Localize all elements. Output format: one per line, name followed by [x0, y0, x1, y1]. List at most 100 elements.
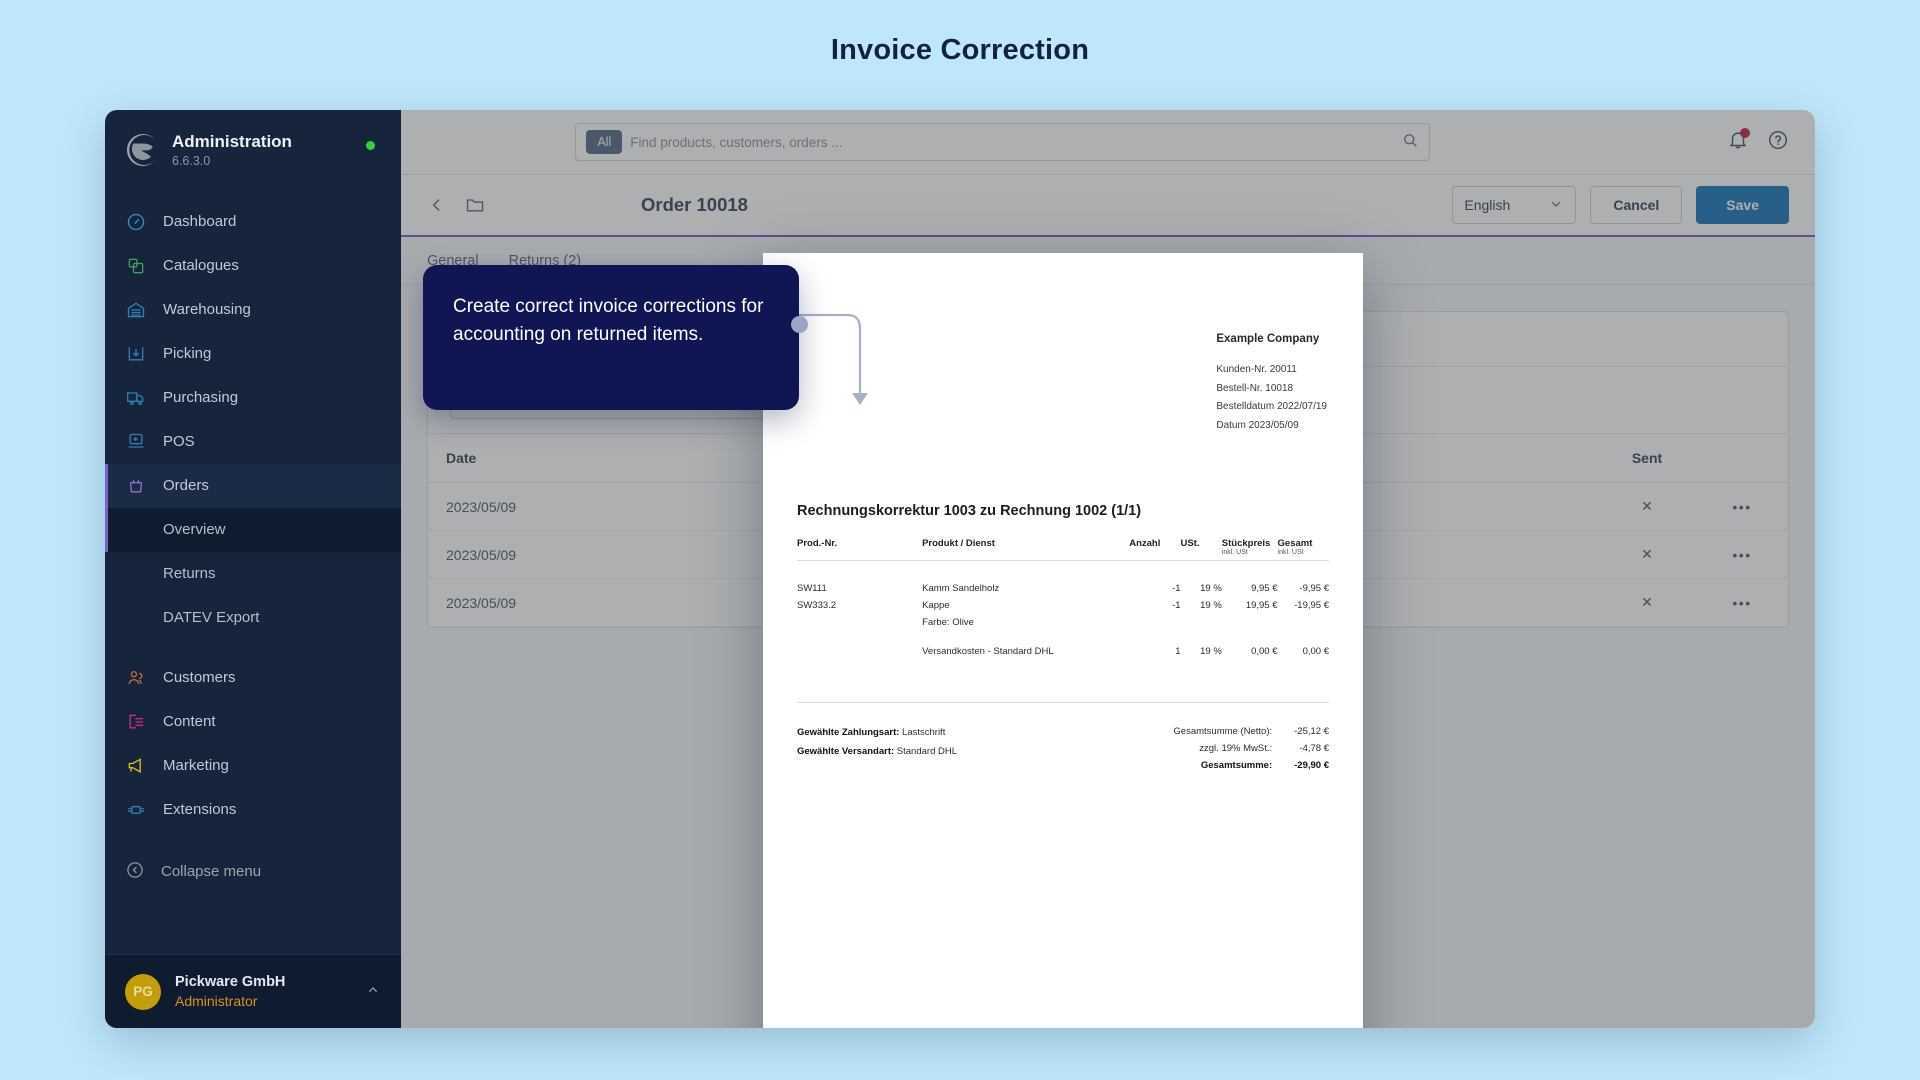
document-company-block: Example Company Kunden-Nr. 20011 Bestell… — [1216, 333, 1327, 435]
sidebar-subitem-label: DATEV Export — [163, 609, 260, 627]
page-title: Invoice Correction — [830, 34, 1090, 66]
sidebar-item-orders[interactable]: Orders — [105, 463, 401, 508]
doc-cell-variant: Farbe: Olive — [922, 616, 974, 628]
document-meta-orderdate: Bestelldatum 2022/07/19 — [1216, 401, 1327, 412]
notification-badge — [1739, 127, 1750, 138]
app-window: Administration 6.6.3.0 Dashboard Catalog… — [105, 110, 1815, 1028]
cell-date: 2023/05/09 — [428, 530, 793, 579]
sidebar: Administration 6.6.3.0 Dashboard Catalog… — [105, 110, 401, 1028]
total-label: zzgl. 19% MwSt.: — [1199, 743, 1273, 754]
warehouse-icon — [125, 299, 147, 321]
document-row — [797, 561, 1329, 577]
shipping-value: Standard DHL — [896, 746, 957, 757]
doc-th-unitprice: Stückpreis inkl. USt — [1221, 538, 1271, 556]
document-totals: Gesamtsumme (Netto): -25,12 € zzgl. 19% … — [1173, 723, 1329, 774]
doc-cell-qty: 1 — [1175, 645, 1181, 657]
total-label: Gesamtsumme: — [1200, 760, 1273, 771]
doc-cell-prodnr — [797, 640, 922, 657]
doc-cell-vat: 19 % — [1200, 599, 1222, 611]
cancel-button[interactable]: Cancel — [1590, 186, 1683, 224]
global-search[interactable]: All Find products, customers, orders ... — [575, 123, 1431, 161]
total-label: Gesamtsumme (Netto): — [1173, 726, 1273, 737]
document-company-name: Example Company — [1216, 333, 1320, 345]
save-button[interactable]: Save — [1696, 186, 1789, 224]
payment-label: Gewählte Zahlungsart: — [797, 727, 900, 738]
sidebar-item-dashboard[interactable]: Dashboard — [105, 200, 401, 244]
total-value: -25,12 € — [1294, 726, 1329, 737]
language-select[interactable]: English — [1452, 186, 1577, 224]
bell-icon[interactable] — [1727, 127, 1750, 156]
doc-cell-product: Kappe — [922, 599, 950, 611]
chevron-left-icon[interactable] — [427, 195, 447, 215]
row-menu-button[interactable]: ••• — [1696, 482, 1788, 531]
folder-icon[interactable] — [465, 195, 485, 215]
doc-cell-product: Kamm Sandelholz — [922, 582, 1000, 594]
cell-sent: ✕ — [1598, 530, 1696, 579]
collapse-menu-button[interactable]: Collapse menu — [105, 848, 401, 896]
row-menu-button[interactable]: ••• — [1696, 530, 1788, 579]
document-row — [797, 628, 1329, 640]
search-icon[interactable] — [1401, 131, 1419, 154]
callout-tooltip: Create correct invoice corrections for a… — [423, 265, 808, 410]
picking-box-icon — [125, 343, 147, 365]
topbar: All Find products, customers, orders ... — [401, 110, 1815, 175]
subbar-actions: English Cancel Save — [1452, 186, 1789, 224]
chevron-up-icon[interactable] — [365, 982, 381, 1001]
search-input[interactable]: Find products, customers, orders ... — [630, 135, 842, 150]
total-row-vat: zzgl. 19% MwSt.: -4,78 € — [1173, 740, 1329, 757]
row-menu-button[interactable]: ••• — [1696, 578, 1788, 627]
sidebar-subitem-datev-export[interactable]: DATEV Export — [105, 596, 401, 640]
document-row: Versandkosten - Standard DHL 1 19 % 0,00… — [797, 640, 1329, 657]
sidebar-item-picking[interactable]: Picking — [105, 332, 401, 376]
document-row-variant: Farbe: Olive — [797, 611, 1329, 628]
brand-version: 6.6.3.0 — [172, 153, 211, 168]
doc-cell-unit: 0,00 € — [1251, 645, 1278, 657]
th-date: Date — [428, 433, 793, 483]
brand-title: Administration — [172, 132, 292, 151]
payment-value: Lastschrift — [902, 727, 946, 738]
cell-date: 2023/05/09 — [428, 482, 793, 531]
sidebar-item-marketing[interactable]: Marketing — [105, 744, 401, 788]
user-name: Pickware GmbH — [175, 973, 286, 990]
sidebar-item-label: Picking — [163, 345, 212, 363]
sidebar-item-customers[interactable]: Customers — [105, 656, 401, 700]
cell-sent: ✕ — [1598, 578, 1696, 627]
user-role: Administrator — [175, 992, 258, 1009]
user-account-row[interactable]: PG Pickware GmbH Administrator — [105, 954, 401, 1028]
shipping-label: Gewählte Versandart: — [797, 746, 895, 757]
document-payment-info: Gewählte Zahlungsart: Lastschrift Gewähl… — [797, 723, 957, 761]
doc-cell-vat: 19 % — [1200, 582, 1222, 594]
doc-cell-total: 0,00 € — [1302, 645, 1329, 657]
sidebar-subitem-overview[interactable]: Overview — [105, 507, 401, 552]
sidebar-subitem-returns[interactable]: Returns — [105, 552, 401, 596]
document-title: Rechnungskorrektur 1003 zu Rechnung 1002… — [797, 503, 1142, 519]
nav-divider-2 — [105, 832, 401, 848]
language-value: English — [1464, 197, 1511, 213]
cell-date: 2023/05/09 — [428, 578, 793, 627]
sidebar-item-pos[interactable]: POS — [105, 420, 401, 464]
doc-cell-total: -9,95 € — [1299, 582, 1329, 594]
callout-text: Create correct invoice corrections for a… — [453, 296, 764, 345]
doc-cell-prodnr: SW111 — [797, 582, 827, 594]
sidebar-subitem-label: Returns — [163, 565, 216, 583]
doc-th-prodnr: Prod.-Nr. — [797, 538, 838, 549]
document-meta-date: Datum 2023/05/09 — [1216, 419, 1299, 431]
shopware-logo-icon — [125, 133, 159, 167]
document-meta-order: Bestell-Nr. 10018 — [1216, 382, 1294, 394]
sidebar-item-label: Purchasing — [163, 389, 239, 407]
sidebar-item-catalogues[interactable]: Catalogues — [105, 244, 401, 288]
doc-cell-product: Versandkosten - Standard DHL — [922, 645, 1054, 657]
pos-terminal-icon — [125, 431, 147, 453]
doc-cell-total: -19,95 € — [1294, 599, 1329, 611]
sidebar-item-warehousing[interactable]: Warehousing — [105, 288, 401, 332]
sidebar-item-extensions[interactable]: Extensions — [105, 788, 401, 832]
sidebar-item-purchasing[interactable]: Purchasing — [105, 376, 401, 420]
brand: Administration 6.6.3.0 — [105, 110, 401, 178]
dashboard-gauge-icon — [125, 211, 147, 233]
sidebar-item-content[interactable]: Content — [105, 700, 401, 744]
doc-cell-unit: 19,95 € — [1245, 599, 1278, 611]
help-circle-icon[interactable] — [1767, 129, 1789, 156]
sidebar-item-label: Dashboard — [163, 213, 237, 231]
search-scope-tag[interactable]: All — [586, 130, 623, 154]
sidebar-item-label: Warehousing — [163, 301, 251, 319]
